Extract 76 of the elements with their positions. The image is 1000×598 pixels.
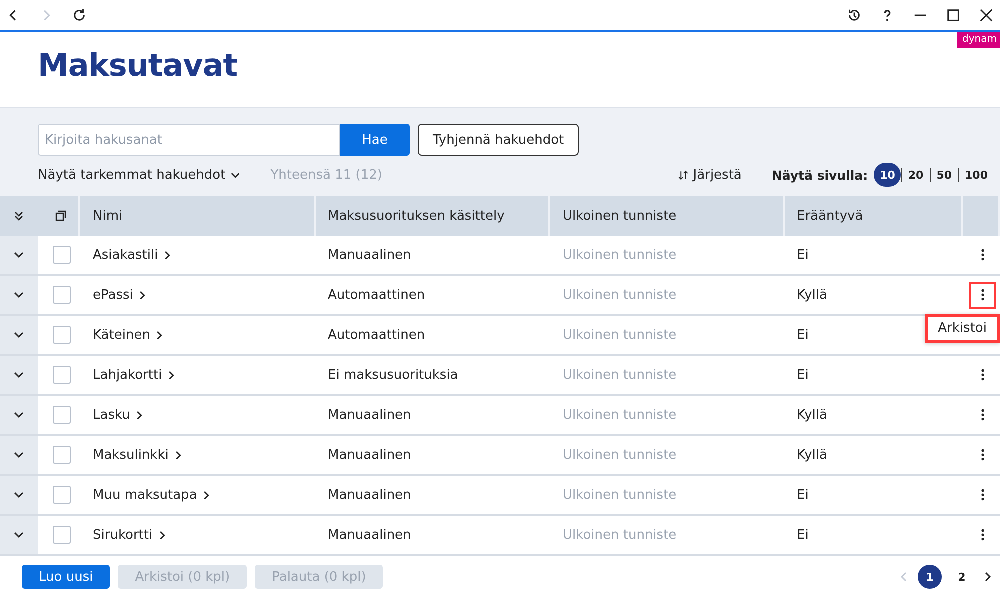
environment-badge: dynam bbox=[956, 32, 1000, 48]
table-cell: Manuaalinen bbox=[328, 248, 412, 262]
table-cell: Ulkoinen tunniste bbox=[563, 288, 677, 302]
row-checkbox[interactable] bbox=[53, 326, 71, 344]
name-link[interactable]: Asiakastili bbox=[93, 248, 174, 262]
footer-button[interactable]: Luo uusi bbox=[22, 565, 110, 589]
table-cell: Manuaalinen bbox=[328, 528, 412, 542]
column-header[interactable]: Maksusuorituksen käsittely bbox=[328, 208, 505, 224]
table-cell: Ulkoinen tunniste bbox=[563, 368, 677, 382]
more-icon bbox=[980, 409, 984, 421]
refresh-icon[interactable] bbox=[72, 8, 87, 22]
table-cell: Kyllä bbox=[797, 408, 828, 422]
close-icon[interactable] bbox=[979, 8, 994, 22]
search-button[interactable]: Hae bbox=[340, 124, 410, 156]
more-icon bbox=[980, 289, 984, 301]
page-size-option[interactable]: 20 bbox=[902, 163, 930, 187]
table-cell: Ulkoinen tunniste bbox=[563, 248, 677, 262]
name-link[interactable]: Lahjakortti bbox=[93, 368, 178, 382]
page-button[interactable]: 1 bbox=[918, 565, 942, 589]
search-field[interactable]: Kirjoita hakusanat bbox=[38, 124, 340, 156]
name-link[interactable]: Muu maksutapa bbox=[93, 488, 212, 502]
name-link[interactable]: Lasku bbox=[93, 408, 146, 422]
name-link[interactable]: Sirukortti bbox=[93, 528, 168, 542]
column-header[interactable]: Nimi bbox=[93, 208, 123, 224]
column-header[interactable]: Ulkoinen tunniste bbox=[563, 208, 677, 224]
table-cell: Ulkoinen tunniste bbox=[563, 328, 677, 342]
table-cell: Ei bbox=[797, 368, 809, 382]
page-button[interactable]: 2 bbox=[950, 565, 974, 589]
more-button[interactable] bbox=[969, 282, 996, 308]
page-size-option[interactable]: 10 bbox=[874, 163, 902, 187]
table-cell: Ulkoinen tunniste bbox=[563, 448, 677, 462]
table-cell: Automaattinen bbox=[328, 288, 426, 302]
sort-icon bbox=[678, 170, 690, 180]
row-checkbox[interactable] bbox=[53, 286, 71, 304]
more-icon bbox=[980, 449, 984, 461]
row-checkbox[interactable] bbox=[53, 406, 71, 424]
row-checkbox[interactable] bbox=[53, 446, 71, 464]
page-size-option[interactable]: 100 bbox=[959, 163, 994, 187]
total-count: Yhteensä 11 (12) bbox=[270, 168, 382, 182]
column-header[interactable]: Erääntyvä bbox=[797, 208, 864, 224]
table-cell: Ulkoinen tunniste bbox=[563, 488, 677, 502]
more-icon bbox=[980, 369, 984, 381]
table-cell: Automaattinen bbox=[328, 328, 426, 342]
row-checkbox[interactable] bbox=[53, 246, 71, 264]
filters-toggle[interactable]: Näytä tarkemmat hakuehdot bbox=[38, 168, 241, 182]
history-icon[interactable] bbox=[847, 8, 862, 22]
clear-button[interactable]: Tyhjennä hakuehdot bbox=[418, 124, 580, 156]
row-checkbox[interactable] bbox=[53, 526, 71, 544]
table-cell: Ei bbox=[797, 328, 809, 342]
more-icon bbox=[980, 529, 984, 541]
page-size-option[interactable]: 50 bbox=[930, 163, 958, 187]
table-cell: Ei bbox=[797, 488, 809, 502]
more-icon bbox=[980, 489, 984, 501]
maximize-icon[interactable] bbox=[946, 8, 961, 22]
name-link[interactable]: Käteinen bbox=[93, 328, 166, 342]
more-icon bbox=[980, 249, 984, 261]
table-cell: Manuaalinen bbox=[328, 448, 412, 462]
select-all-icon[interactable] bbox=[55, 210, 67, 222]
page-title: Maksutavat bbox=[38, 48, 238, 84]
name-link[interactable]: ePassi bbox=[93, 288, 148, 302]
table-cell: Kyllä bbox=[797, 288, 828, 302]
table-cell: Kyllä bbox=[797, 448, 828, 462]
table-cell: Manuaalinen bbox=[328, 408, 412, 422]
page-size-label: Näytä sivulla: bbox=[772, 168, 868, 182]
row-checkbox[interactable] bbox=[53, 366, 71, 384]
table-cell: Manuaalinen bbox=[328, 488, 412, 502]
table-cell: Ei bbox=[797, 248, 809, 262]
table-cell: Ulkoinen tunniste bbox=[563, 528, 677, 542]
name-link[interactable]: Maksulinkki bbox=[93, 448, 184, 462]
expand-all-icon[interactable] bbox=[13, 210, 25, 222]
table-cell: Ei maksusuorituksia bbox=[328, 368, 458, 382]
table-cell: Ei bbox=[797, 528, 809, 542]
row-checkbox[interactable] bbox=[53, 486, 71, 504]
table-cell: Ulkoinen tunniste bbox=[563, 408, 677, 422]
menu-item[interactable]: Arkistoi bbox=[925, 314, 1000, 343]
sort-button[interactable]: Järjestä bbox=[678, 168, 742, 182]
